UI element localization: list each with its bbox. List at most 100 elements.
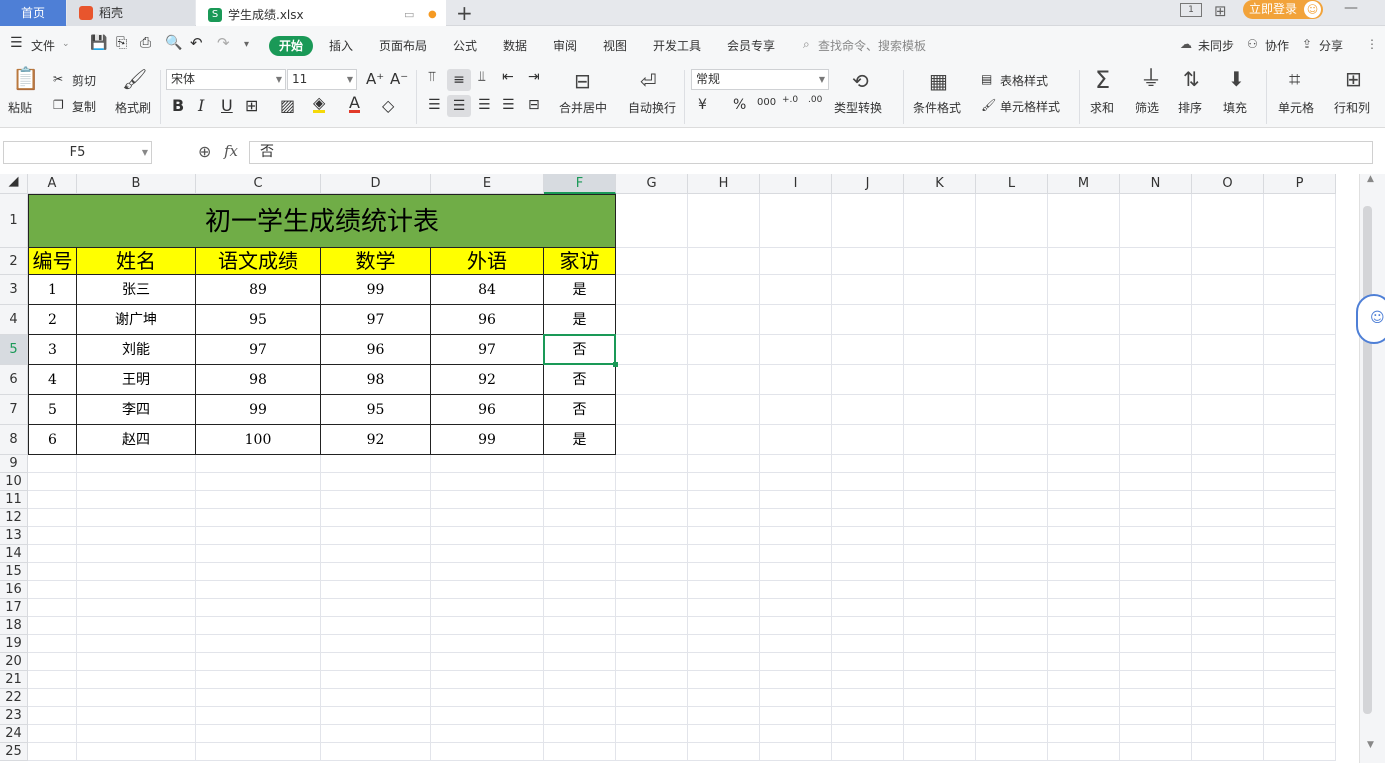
table-style-icon[interactable]: ▤ <box>981 72 992 86</box>
table-cell[interactable]: 否 <box>544 395 616 425</box>
grid-cell[interactable] <box>616 671 688 689</box>
grid-cell[interactable] <box>544 545 616 563</box>
grid-cell[interactable] <box>544 689 616 707</box>
grid-cell[interactable] <box>904 617 976 635</box>
name-box[interactable]: F5 ▼ <box>3 141 152 164</box>
table-cell[interactable]: 赵四 <box>77 425 196 455</box>
grid-cell[interactable] <box>1264 545 1336 563</box>
grid-cell[interactable] <box>321 527 431 545</box>
grid-cell[interactable] <box>1264 305 1336 335</box>
conditional-format-button[interactable]: 条件格式 <box>913 99 961 116</box>
grid-cell[interactable] <box>832 455 904 473</box>
grid-cell[interactable] <box>1120 305 1192 335</box>
grid-cell[interactable] <box>832 275 904 305</box>
scissors-icon[interactable]: ✂ <box>53 72 63 86</box>
grid-cell[interactable] <box>1192 491 1264 509</box>
grid-cell[interactable] <box>28 545 77 563</box>
grid-cell[interactable] <box>760 653 832 671</box>
grid-cell[interactable] <box>688 707 760 725</box>
window-count-icon[interactable]: 1 <box>1180 3 1202 17</box>
menu-data[interactable]: 数据 <box>503 37 527 54</box>
clear-icon[interactable]: ◇ <box>382 96 394 115</box>
command-search-input[interactable]: 查找命令、搜索模板 <box>818 37 926 54</box>
fill-color-icon[interactable]: ◈ <box>313 95 326 113</box>
bold-icon[interactable]: B <box>172 96 184 115</box>
table-cell[interactable]: 95 <box>196 305 321 335</box>
grid-cell[interactable] <box>1048 425 1120 455</box>
table-cell[interactable]: 张三 <box>77 275 196 305</box>
grid-cell[interactable] <box>1192 725 1264 743</box>
grid-cell[interactable] <box>28 743 77 761</box>
grid-cell[interactable] <box>976 194 1048 248</box>
grid-cell[interactable] <box>1048 617 1120 635</box>
grid-cell[interactable] <box>77 491 196 509</box>
table-cell[interactable]: 97 <box>431 335 544 365</box>
grid-cell[interactable] <box>904 689 976 707</box>
scrollbar-thumb[interactable] <box>1363 206 1372 714</box>
grid-cell[interactable] <box>77 509 196 527</box>
grid-cell[interactable] <box>976 599 1048 617</box>
undo-icon[interactable]: ↶ <box>190 34 203 52</box>
grid-cell[interactable] <box>904 509 976 527</box>
grid-cell[interactable] <box>77 599 196 617</box>
row-header[interactable]: 23 <box>0 707 28 725</box>
grid-cell[interactable] <box>832 635 904 653</box>
fill-icon[interactable]: ⬇ <box>1228 69 1245 89</box>
grid-cell[interactable] <box>196 527 321 545</box>
sum-button[interactable]: 求和 <box>1090 99 1114 116</box>
grid-cell[interactable] <box>688 455 760 473</box>
grid-cell[interactable] <box>77 617 196 635</box>
grid-cell[interactable] <box>904 365 976 395</box>
grid-cell[interactable] <box>976 395 1048 425</box>
grid-cell[interactable] <box>544 671 616 689</box>
collab-button[interactable]: 协作 <box>1265 37 1289 54</box>
grid-cell[interactable] <box>1192 425 1264 455</box>
table-cell[interactable]: 2 <box>28 305 77 335</box>
grid-cell[interactable] <box>1264 599 1336 617</box>
grid-cell[interactable] <box>77 563 196 581</box>
table-cell[interactable]: 84 <box>431 275 544 305</box>
grid-cell[interactable] <box>760 455 832 473</box>
grid-cell[interactable] <box>760 194 832 248</box>
grid-cell[interactable] <box>832 599 904 617</box>
justify-icon[interactable]: ☰ <box>502 97 515 113</box>
grid-cell[interactable] <box>431 653 544 671</box>
decrease-decimal-icon[interactable]: .00 <box>808 95 822 105</box>
grid-cell[interactable] <box>760 509 832 527</box>
cell-icon[interactable]: ⌗ <box>1289 69 1300 89</box>
menu-file[interactable]: 文件 <box>31 37 55 54</box>
grid-cell[interactable] <box>688 248 760 275</box>
grid-cell[interactable] <box>1192 248 1264 275</box>
grid-cell[interactable] <box>1264 653 1336 671</box>
grid-cell[interactable] <box>196 743 321 761</box>
grid-cell[interactable] <box>976 581 1048 599</box>
grid-cell[interactable] <box>28 563 77 581</box>
grid-cell[interactable] <box>1120 563 1192 581</box>
grid-cell[interactable] <box>1120 395 1192 425</box>
new-tab-icon[interactable]: + <box>456 1 473 25</box>
row-header[interactable]: 11 <box>0 491 28 509</box>
grid-cell[interactable] <box>544 509 616 527</box>
grid-cell[interactable] <box>760 581 832 599</box>
cell-style-icon[interactable]: 🖌 <box>981 98 996 112</box>
grid-cell[interactable] <box>616 563 688 581</box>
grid-cell[interactable] <box>1264 581 1336 599</box>
grid-cell[interactable] <box>760 743 832 761</box>
grid-cell[interactable] <box>1192 581 1264 599</box>
grid-cell[interactable] <box>544 743 616 761</box>
grid-cell[interactable] <box>904 563 976 581</box>
grid-cell[interactable] <box>760 527 832 545</box>
grid-cell[interactable] <box>196 707 321 725</box>
cell-button[interactable]: 单元格 <box>1278 99 1314 116</box>
grid-cell[interactable] <box>1120 545 1192 563</box>
grid-cell[interactable] <box>1192 671 1264 689</box>
grid-cell[interactable] <box>616 689 688 707</box>
grid-cell[interactable] <box>976 653 1048 671</box>
row-header[interactable]: 20 <box>0 653 28 671</box>
row-header[interactable]: 2 <box>0 248 28 275</box>
filter-icon[interactable]: ⏚ <box>1140 69 1162 91</box>
distribute-icon[interactable]: ⊟ <box>528 97 540 113</box>
grid-cell[interactable] <box>544 581 616 599</box>
fill-button[interactable]: 填充 <box>1223 99 1247 116</box>
grid-cell[interactable] <box>1264 725 1336 743</box>
